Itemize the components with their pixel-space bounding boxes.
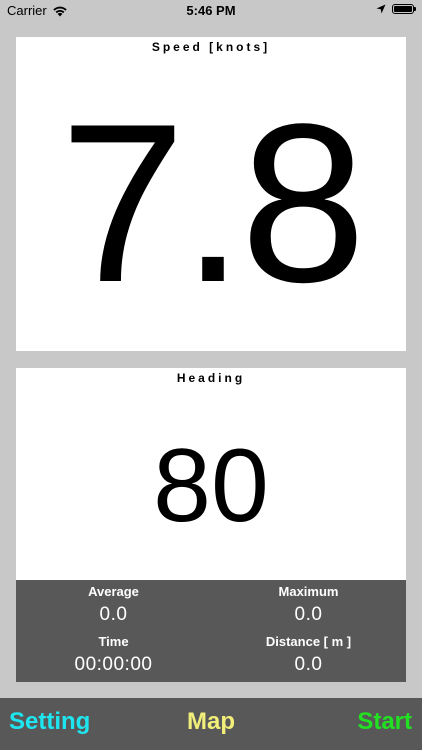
speed-panel: Speed [knots] 7.8 xyxy=(16,37,406,351)
distance-label: Distance [ m ] xyxy=(265,634,352,649)
status-bar-right xyxy=(376,4,416,14)
status-bar-time: 5:46 PM xyxy=(186,3,236,18)
setting-button[interactable]: Setting xyxy=(9,708,90,736)
bottom-toolbar: Setting Map Start xyxy=(0,698,422,750)
status-bar: Carrier 5:46 PM xyxy=(0,0,422,22)
speed-label: Speed [knots] xyxy=(151,40,271,54)
speed-value: 7.8 xyxy=(59,76,366,329)
heading-value: 80 xyxy=(153,428,269,544)
battery-icon xyxy=(392,4,416,14)
start-button[interactable]: Start xyxy=(357,708,412,736)
average-value: 0.0 xyxy=(99,604,128,625)
distance-stat: Distance [ m ] 0.0 xyxy=(211,634,406,676)
time-stat: Time 00:00:00 xyxy=(16,634,211,676)
location-arrow-icon xyxy=(376,4,386,14)
average-stat: Average 0.0 xyxy=(16,584,211,626)
map-button[interactable]: Map xyxy=(187,708,235,735)
heading-panel: Heading 80 xyxy=(16,368,406,580)
average-label: Average xyxy=(88,584,139,599)
maximum-value: 0.0 xyxy=(294,604,323,625)
stats-panel: Average 0.0 Maximum 0.0 Time 00:00:00 Di… xyxy=(16,580,406,682)
maximum-label: Maximum xyxy=(278,584,339,599)
maximum-stat: Maximum 0.0 xyxy=(211,584,406,626)
time-label: Time xyxy=(98,634,129,649)
heading-label: Heading xyxy=(176,371,246,385)
time-value: 00:00:00 xyxy=(74,654,153,675)
distance-value: 0.0 xyxy=(294,654,323,675)
